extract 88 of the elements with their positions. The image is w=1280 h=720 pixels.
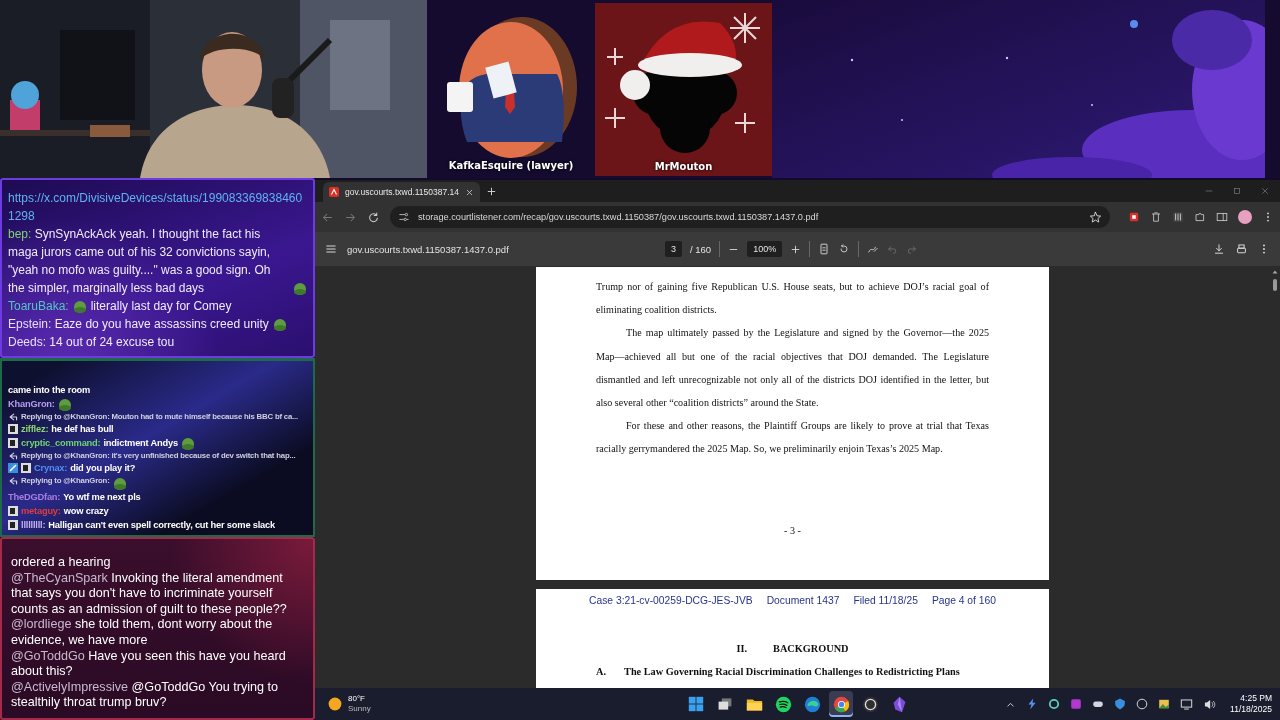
username: ToaruBaka: [8, 298, 69, 315]
reply-arrow-icon [8, 412, 18, 422]
address-bar[interactable]: storage.courtlistener.com/recap/gov.uscourts.txwd.1150387/gov.uscourts.txwd.1150387.1437.0.pdf [390, 206, 1110, 228]
sliders-icon[interactable] [1172, 211, 1184, 223]
reload-icon[interactable] [367, 210, 380, 224]
username: metaguy: [21, 505, 61, 518]
page-header-text: Document 1437 [766, 595, 840, 606]
page-count: / 160 [690, 243, 712, 255]
message-text: indictment Andys [103, 437, 178, 450]
profile-avatar[interactable] [1238, 210, 1252, 224]
message-text: came into the room [8, 384, 91, 397]
weather-condition: Sunny [348, 704, 371, 714]
guest-name: KafkaEsquire (lawyer) [448, 160, 574, 172]
message-text: wow crazy [63, 505, 109, 518]
ring-icon[interactable] [1048, 698, 1061, 710]
pdf-title: gov.uscourts.txwd.1150387.1437.0.pdf [347, 243, 510, 255]
username: KhanGron: [8, 398, 55, 411]
sun-icon[interactable] [327, 696, 343, 712]
chat-message: @lordliege she told them, dont worry about the evidence, we have more [11, 617, 274, 649]
username: cryptic_command: [21, 437, 101, 450]
temperature: 80°F [348, 694, 366, 704]
message-text: did you play it? [70, 462, 136, 475]
reply-arrow-icon [8, 476, 18, 486]
username: lllllllll: [21, 519, 46, 532]
subsection-number: A. [596, 666, 606, 677]
pdf-icon [329, 187, 339, 197]
swirl-icon[interactable] [803, 695, 821, 713]
username: Crynax: [34, 462, 68, 475]
rotate-icon[interactable] [838, 243, 851, 255]
image-icon[interactable] [1158, 698, 1171, 710]
section-number: II. [736, 643, 748, 654]
ring-icon[interactable] [861, 695, 879, 713]
app-icon[interactable] [1070, 698, 1083, 710]
page-number-field[interactable]: 3 [665, 241, 682, 257]
stacked-windows-icon[interactable] [717, 696, 733, 712]
chat-message: Deeds: 14 out of 24 excuse tou [8, 334, 175, 351]
clock-date[interactable]: 11/18/2025 [1230, 704, 1272, 715]
fit-page-icon[interactable] [818, 243, 831, 255]
scroll-up-icon[interactable] [1271, 268, 1279, 276]
paragraph: For these and other reasons, the Plaintiff Groups are likely to prove at trial that Texas racially gerrymandered the 2025 Map. So, we preliminarily enjoin Texas’s 2025 Map. [596, 419, 989, 457]
trash-icon[interactable] [1150, 211, 1162, 223]
wave-circle-icon[interactable] [774, 695, 792, 713]
new-tab-icon[interactable] [486, 185, 498, 197]
message-text: literally last day for Comey [90, 298, 232, 315]
chat-message: @ActivelyImpressive @GoToddGo You trying to stealthily throat trump bruv? [11, 679, 280, 711]
username: zifflez: [21, 423, 49, 436]
menu-icon[interactable] [325, 243, 337, 255]
paragraph: The map ultimately passed by the Legislature and signed by the Governor—the 2025 Map—achieved all but one of the racial objectives that DOJ demanded. The Legislature dismantled and left unrecognizable not only all of the districts DOJ identified in the letter, but also several other “coalition districts” around the State. [596, 326, 989, 410]
monitor-icon[interactable] [1180, 697, 1194, 711]
tricolor-circle-icon[interactable] [832, 695, 850, 713]
page-header-text: Case 3:21-cv-00259-DCG-JES-JVB [589, 595, 753, 606]
chat-message: @GoToddGo Have you seen this have you heard about this? [11, 648, 287, 680]
message-text: Halligan can't even spell correctly, cut her some slack [48, 519, 275, 532]
extension-icon[interactable] [1128, 211, 1140, 223]
zoom-in-icon[interactable] [790, 243, 802, 255]
page-number: - 3 - [783, 523, 802, 538]
chat-message: Epstein: Eaze do you have assassins creed unity [8, 316, 269, 333]
message-text: Yo wtf me next pls [63, 491, 141, 504]
speaker-icon[interactable] [1203, 697, 1217, 711]
paragraph: Trump nor of gaining five Republican U.S. House seats, but to achieve DOJ’s racial goal of eliminating coalition districts. [596, 280, 989, 318]
chat-message: @TheCyanSpark Invoking the literal amendment that says you don't have to incriminate yourself counts as an admission of guilt to these people?? [11, 570, 288, 618]
zoom-field[interactable]: 100% [747, 241, 783, 257]
close-icon[interactable] [1260, 186, 1270, 196]
section-heading: BACKGROUND [773, 643, 849, 654]
sidebar-icon[interactable] [1216, 211, 1228, 223]
username: TheDGDfan: [8, 491, 61, 504]
page-header-text: Filed 11/18/25 [853, 595, 918, 606]
close-icon[interactable] [465, 187, 475, 197]
bookmark-star-icon[interactable] [1089, 210, 1102, 224]
grid-icon[interactable] [688, 696, 704, 712]
message-text: https://x.com/DivisiveDevices/status/1990833698384601298 [8, 190, 304, 225]
print-icon[interactable] [1235, 242, 1248, 256]
maximize-icon[interactable] [1232, 186, 1242, 196]
badge-icon [21, 463, 31, 473]
subsection-heading: The Law Governing Racial Discrimination Challenges to Redistricting Plans [624, 666, 960, 677]
browser-tab[interactable]: gov.uscourts.txwd.1150387.14 [323, 182, 481, 202]
reply-arrow-icon [8, 451, 18, 461]
download-icon[interactable] [1213, 243, 1225, 255]
clock-time[interactable]: 4:25 PM [1240, 693, 1272, 704]
guest-name: MrMouton [654, 161, 713, 173]
puzzle-icon[interactable] [1194, 211, 1206, 223]
message-text: ordered a hearing [11, 555, 112, 571]
shield-icon[interactable] [1114, 698, 1127, 710]
ring-icon[interactable] [1136, 698, 1149, 710]
site-settings-icon[interactable] [398, 211, 410, 223]
page-header-text: Page 4 of 160 [931, 595, 996, 606]
message-text: he def has bull [51, 423, 114, 436]
sword-badge-icon [8, 463, 18, 473]
